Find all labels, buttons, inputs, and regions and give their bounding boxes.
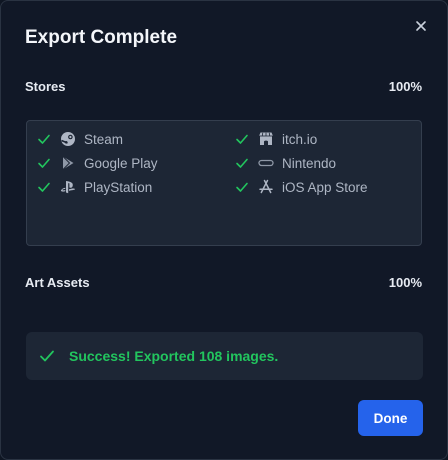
art-assets-header: Art Assets 100% xyxy=(25,275,422,290)
export-complete-dialog: Export Complete Stores 100% Steam Google… xyxy=(0,0,448,460)
store-item-ios-app-store: iOS App Store xyxy=(234,179,368,195)
check-icon xyxy=(236,158,248,168)
success-banner: Success! Exported 108 images. xyxy=(26,332,423,380)
store-label: PlayStation xyxy=(84,179,153,195)
stores-percent: 100% xyxy=(388,79,422,94)
done-button[interactable]: Done xyxy=(358,400,423,436)
itch-io-icon xyxy=(259,132,273,145)
check-icon xyxy=(38,158,50,168)
success-message: Success! Exported 108 images. xyxy=(69,348,279,364)
close-icon[interactable] xyxy=(413,18,429,34)
store-item-playstation: PlayStation xyxy=(36,179,152,195)
check-icon xyxy=(38,182,50,192)
check-icon xyxy=(236,134,248,144)
store-label: Google Play xyxy=(84,155,158,171)
store-item-steam: Steam xyxy=(36,131,123,147)
steam-icon xyxy=(61,132,75,146)
store-item-itch-io: itch.io xyxy=(234,131,317,147)
app-store-icon xyxy=(259,179,273,194)
google-play-icon xyxy=(62,156,74,170)
store-label: Steam xyxy=(84,131,124,147)
store-label: itch.io xyxy=(282,131,318,147)
nintendo-icon xyxy=(258,159,274,167)
stores-list: Steam Google Play PlayStation itch.io Ni… xyxy=(26,120,422,246)
store-item-nintendo: Nintendo xyxy=(234,155,336,171)
check-icon xyxy=(38,134,50,144)
art-assets-label: Art Assets xyxy=(25,275,90,290)
store-item-google-play: Google Play xyxy=(36,155,158,171)
store-label: iOS App Store xyxy=(282,179,368,195)
stores-label: Stores xyxy=(25,79,66,94)
dialog-title: Export Complete xyxy=(25,27,178,48)
store-label: Nintendo xyxy=(282,155,337,171)
check-icon xyxy=(236,182,248,192)
stores-header: Stores 100% xyxy=(25,79,422,94)
art-assets-percent: 100% xyxy=(388,275,422,290)
check-icon xyxy=(40,350,54,362)
playstation-icon xyxy=(60,181,76,194)
